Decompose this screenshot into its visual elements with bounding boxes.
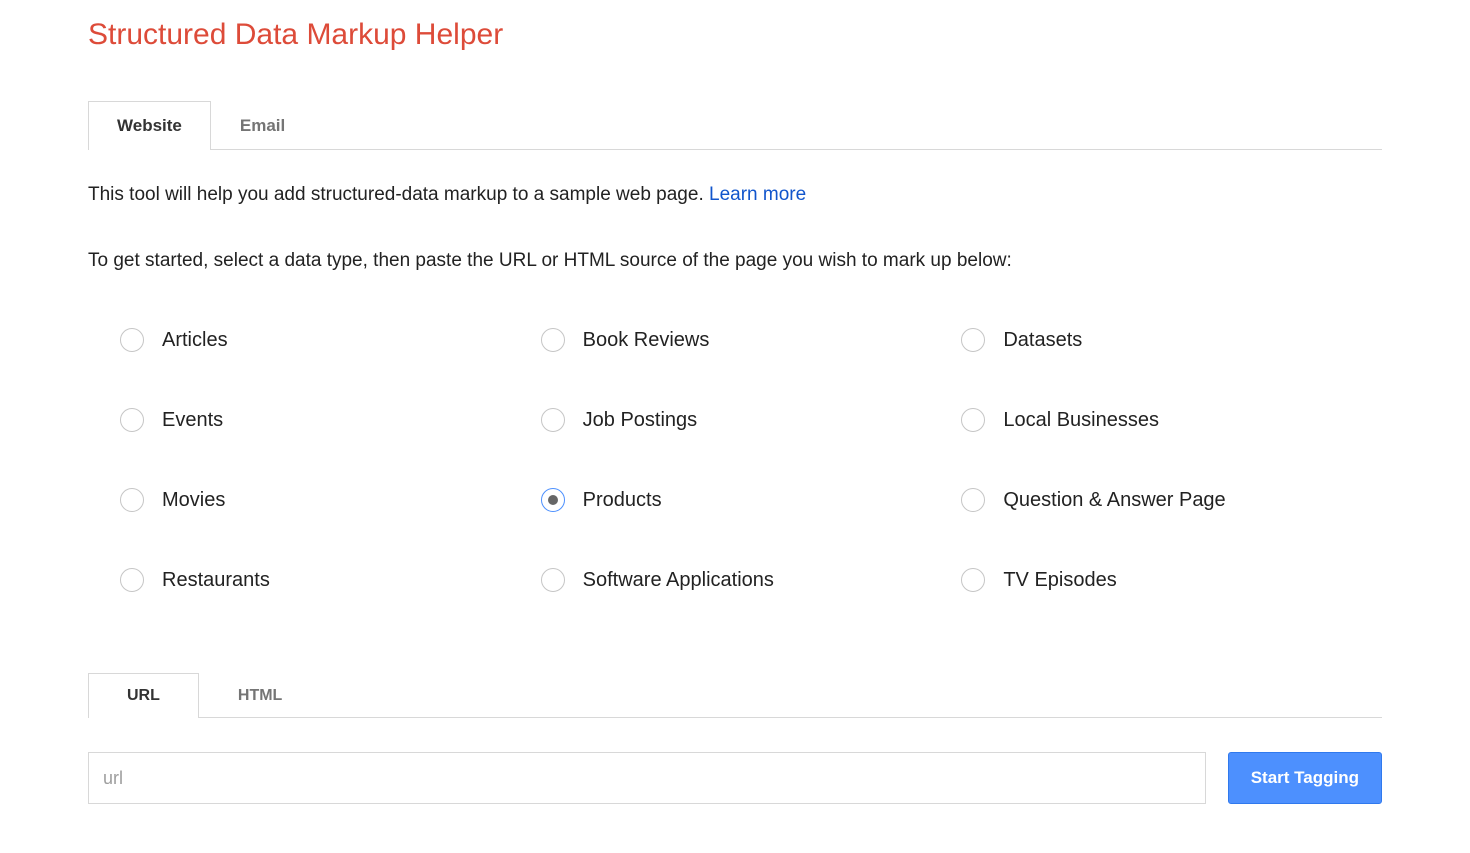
radio-job-postings[interactable]: Job Postings [541, 408, 962, 432]
radio-book-reviews[interactable]: Book Reviews [541, 328, 962, 352]
radio-articles[interactable]: Articles [120, 328, 541, 352]
radio-label: Software Applications [583, 569, 774, 592]
radio-label: Local Businesses [1003, 409, 1159, 432]
radio-icon [961, 568, 985, 592]
radio-local-businesses[interactable]: Local Businesses [961, 408, 1382, 432]
radio-label: Job Postings [583, 409, 698, 432]
learn-more-link[interactable]: Learn more [709, 184, 806, 205]
intro-text: This tool will help you add structured-d… [88, 184, 1382, 206]
radio-tv-episodes[interactable]: TV Episodes [961, 568, 1382, 592]
instruction-text: To get started, select a data type, then… [88, 250, 1382, 272]
radio-icon [961, 408, 985, 432]
url-input[interactable] [88, 752, 1206, 804]
input-mode-tab-bar: URL HTML [88, 672, 1382, 718]
radio-label: Datasets [1003, 329, 1082, 352]
radio-label: TV Episodes [1003, 569, 1116, 592]
data-type-grid: Articles Book Reviews Datasets Events Jo… [88, 328, 1382, 592]
radio-label: Question & Answer Page [1003, 489, 1225, 512]
radio-icon [120, 488, 144, 512]
page-title: Structured Data Markup Helper [88, 18, 1382, 52]
radio-icon [961, 488, 985, 512]
radio-restaurants[interactable]: Restaurants [120, 568, 541, 592]
radio-icon [120, 568, 144, 592]
radio-qa-page[interactable]: Question & Answer Page [961, 488, 1382, 512]
radio-icon [120, 328, 144, 352]
radio-label: Book Reviews [583, 329, 710, 352]
radio-label: Events [162, 409, 223, 432]
intro-text-body: This tool will help you add structured-d… [88, 184, 709, 205]
radio-label: Articles [162, 329, 228, 352]
url-row: Start Tagging [88, 752, 1382, 804]
radio-icon [120, 408, 144, 432]
radio-label: Movies [162, 489, 225, 512]
radio-label: Products [583, 489, 662, 512]
radio-icon [541, 568, 565, 592]
radio-icon [961, 328, 985, 352]
radio-movies[interactable]: Movies [120, 488, 541, 512]
radio-software-applications[interactable]: Software Applications [541, 568, 962, 592]
radio-products[interactable]: Products [541, 488, 962, 512]
start-tagging-button[interactable]: Start Tagging [1228, 752, 1382, 804]
tab-email[interactable]: Email [211, 101, 314, 150]
radio-datasets[interactable]: Datasets [961, 328, 1382, 352]
input-tab-html[interactable]: HTML [199, 673, 321, 718]
radio-label: Restaurants [162, 569, 270, 592]
tab-website[interactable]: Website [88, 101, 211, 150]
mode-tab-bar: Website Email [88, 100, 1382, 150]
radio-icon [541, 488, 565, 512]
radio-icon [541, 328, 565, 352]
radio-icon [541, 408, 565, 432]
radio-events[interactable]: Events [120, 408, 541, 432]
input-tab-url[interactable]: URL [88, 673, 199, 718]
